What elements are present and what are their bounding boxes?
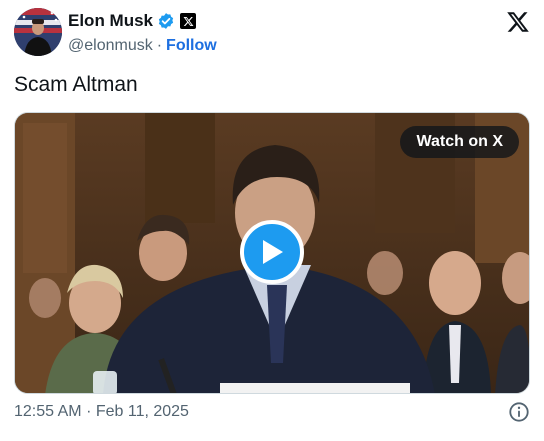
watch-on-x-button[interactable]: Watch on X: [400, 126, 519, 158]
timestamp-date: Feb 11, 2025: [95, 403, 189, 420]
timestamp[interactable]: 12:55 AM · Feb 11, 2025: [14, 403, 189, 421]
x-logo-icon[interactable]: [506, 10, 530, 34]
play-button[interactable]: [240, 220, 304, 284]
video-player[interactable]: Watch on X: [14, 112, 530, 394]
follow-button[interactable]: Follow: [166, 37, 217, 54]
play-icon: [263, 240, 283, 264]
timestamp-separator: ·: [86, 403, 92, 420]
handle[interactable]: @elonmusk: [68, 37, 153, 54]
info-icon[interactable]: [508, 401, 530, 423]
handle-separator: ·: [156, 37, 163, 54]
display-name[interactable]: Elon Musk: [68, 11, 153, 31]
tweet-text: Scam Altman: [14, 73, 138, 96]
timestamp-time: 12:55 AM: [14, 403, 82, 420]
tweet-footer: 12:55 AM · Feb 11, 2025: [14, 401, 530, 425]
verified-badge-icon: [158, 13, 174, 29]
x-affiliate-icon: [180, 13, 197, 29]
name-row: Elon Musk: [68, 11, 197, 31]
avatar[interactable]: [14, 8, 62, 56]
handle-row: @elonmusk · Follow: [68, 36, 217, 56]
tweet-header: Elon Musk @elonmusk · Follow: [14, 8, 530, 58]
